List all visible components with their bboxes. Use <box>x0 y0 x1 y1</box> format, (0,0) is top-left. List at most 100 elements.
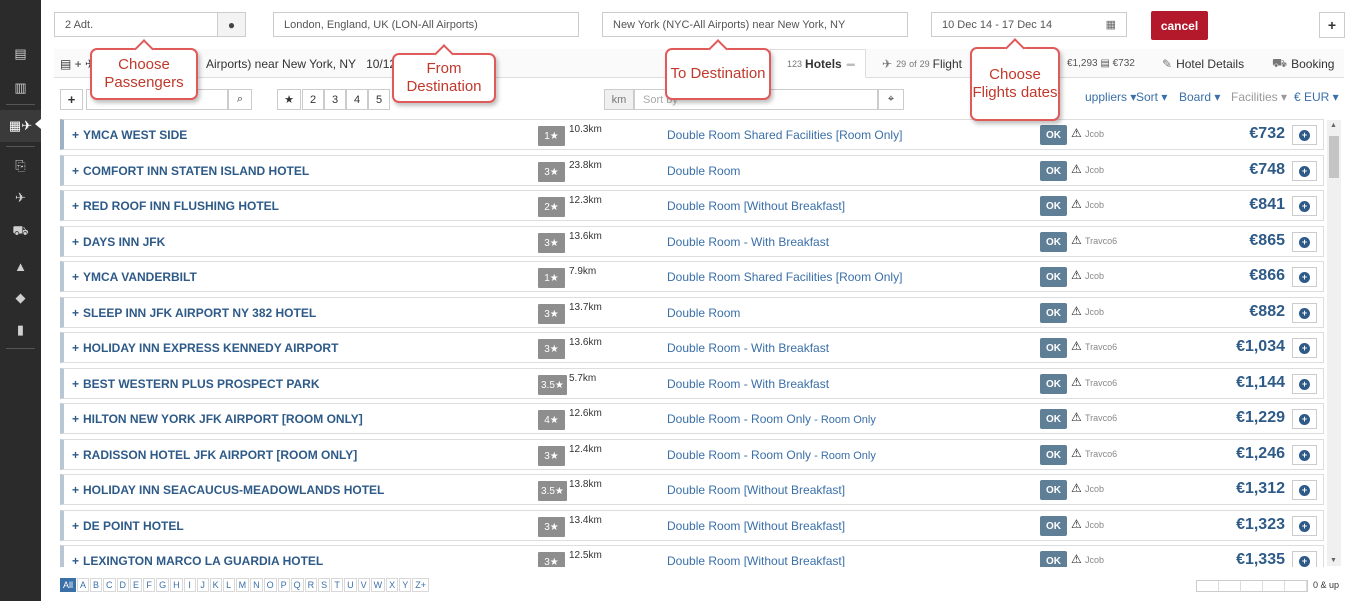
table-row[interactable]: + YMCA VANDERBILT 1 ★ 7.9km Double Room Share… <box>60 261 1324 292</box>
currency-dropdown[interactable]: € EUR ▾ <box>1294 90 1339 104</box>
room-type-link[interactable]: Double Room Shared Facilities [Room Only… <box>667 270 902 284</box>
expand-icon[interactable]: + <box>72 306 79 320</box>
expand-icon[interactable]: + <box>72 164 79 178</box>
expand-icon[interactable]: + <box>72 448 79 462</box>
add-to-booking-button[interactable]: + <box>1292 480 1317 500</box>
room-type-link[interactable]: Double Room - With Breakfast <box>667 341 829 355</box>
hotel-name-link[interactable]: + HOLIDAY INN EXPRESS KENNEDY AIRPORT <box>72 341 338 355</box>
room-type-link[interactable]: Double Room Shared Facilities [Room Only… <box>667 128 902 142</box>
destination-field[interactable]: New York (NYC-All Airports) near New Yor… <box>602 12 908 37</box>
room-type-link[interactable]: Double Room [Without Breakfast] <box>667 483 845 497</box>
scroll-up-icon[interactable]: ▲ <box>1330 122 1337 129</box>
add-to-booking-button[interactable]: + <box>1292 125 1317 145</box>
expand-icon[interactable]: + <box>72 554 79 567</box>
sidebar-item-pdf[interactable]: ⎘ <box>0 152 41 180</box>
tab-flights[interactable]: ✈ 29 of 29 Flight <box>882 49 962 78</box>
hotel-name-link[interactable]: + BEST WESTERN PLUS PROSPECT PARK <box>72 377 319 391</box>
tab-prices[interactable]: €1,293 ▤ €732 <box>1067 49 1135 78</box>
hotel-name-link[interactable]: + DE POINT HOTEL <box>72 519 184 533</box>
sidebar-item-hotel[interactable]: ▥ <box>0 74 41 102</box>
alphabet-letter[interactable]: H <box>170 578 183 592</box>
hotel-name-link[interactable]: + COMFORT INN STATEN ISLAND HOTEL <box>72 164 309 178</box>
origin-field[interactable]: London, England, UK (LON-All Airports) <box>273 12 579 37</box>
sidebar-item-train[interactable]: ⛟ <box>0 218 41 246</box>
passengers-field[interactable]: 2 Adt. <box>54 12 218 37</box>
tab-hotel-details[interactable]: ✎ Hotel Details <box>1162 49 1244 78</box>
alphabet-letter[interactable]: I <box>183 578 196 592</box>
room-type-link[interactable]: Double Room <box>667 164 740 178</box>
add-search-button[interactable]: + <box>1319 12 1345 38</box>
alphabet-letter[interactable]: Y <box>399 578 412 592</box>
expand-icon[interactable]: + <box>72 270 79 284</box>
sidebar-item-stats[interactable]: ▮ <box>0 316 41 344</box>
alphabet-letter[interactable]: L <box>222 578 235 592</box>
room-type-link[interactable]: Double Room - With Breakfast <box>667 377 829 391</box>
add-to-booking-button[interactable]: + <box>1292 338 1317 358</box>
alphabet-letter[interactable]: O <box>263 578 277 592</box>
add-to-booking-button[interactable]: + <box>1292 374 1317 394</box>
add-to-booking-button[interactable]: + <box>1292 161 1317 181</box>
table-row[interactable]: + LEXINGTON MARCO LA GUARDIA HOTEL 3 ★ 12.5k… <box>60 545 1324 567</box>
alphabet-letter[interactable]: T <box>331 578 344 592</box>
room-type-link[interactable]: Double Room - Room Only - Room Only <box>667 448 876 462</box>
alphabet-letter[interactable]: A <box>77 578 90 592</box>
price-range-slider[interactable] <box>1196 580 1308 592</box>
sidebar-item-building[interactable]: ▤ <box>0 40 41 68</box>
expand-icon[interactable]: + <box>72 128 79 142</box>
tab-hotels[interactable]: 123 Hotels ▬ <box>770 49 866 78</box>
alphabet-letter[interactable]: V <box>357 578 370 592</box>
add-to-booking-button[interactable]: + <box>1292 551 1317 567</box>
add-to-booking-button[interactable]: + <box>1292 445 1317 465</box>
hotel-name-link[interactable]: + DAYS INN JFK <box>72 235 165 249</box>
room-type-link[interactable]: Double Room <box>667 306 740 320</box>
hotel-name-link[interactable]: + RED ROOF INN FLUSHING HOTEL <box>72 199 279 213</box>
alphabet-letter[interactable]: N <box>250 578 263 592</box>
table-row[interactable]: + RADISSON HOTEL JFK AIRPORT [ROOM ONLY] 3… <box>60 439 1324 470</box>
alphabet-letter[interactable]: J <box>196 578 209 592</box>
expand-icon[interactable]: + <box>72 412 79 426</box>
star-filter-4[interactable]: 4 <box>346 89 368 110</box>
star-filter-all[interactable]: ★ <box>277 89 301 110</box>
hotel-name-link[interactable]: + HOLIDAY INN SEACAUCUS-MEADOWLANDS HOTEL <box>72 483 384 497</box>
expand-icon[interactable]: + <box>72 235 79 249</box>
scroll-down-icon[interactable]: ▼ <box>1330 557 1337 564</box>
table-row[interactable]: + HOLIDAY INN EXPRESS KENNEDY AIRPORT 3 ★ 13… <box>60 332 1324 363</box>
hotel-name-link[interactable]: + YMCA WEST SIDE <box>72 128 187 142</box>
table-row[interactable]: + DE POINT HOTEL 3 ★ 13.4km Double Room [With… <box>60 510 1324 541</box>
alphabet-letter[interactable]: F <box>143 578 156 592</box>
hotel-name-link[interactable]: + YMCA VANDERBILT <box>72 270 197 284</box>
alphabet-letter[interactable]: All <box>60 578 77 592</box>
alphabet-letter[interactable]: Z+ <box>412 578 429 592</box>
hotel-name-link[interactable]: + HILTON NEW YORK JFK AIRPORT [ROOM ONLY] <box>72 412 363 426</box>
alphabet-letter[interactable]: G <box>156 578 170 592</box>
passengers-button[interactable]: ● <box>217 12 246 37</box>
cancel-button[interactable]: cancel <box>1151 11 1208 40</box>
table-row[interactable]: + YMCA WEST SIDE 1 ★ 10.3km Double Room Share… <box>60 119 1324 150</box>
alphabet-letter[interactable]: M <box>235 578 250 592</box>
results-scrollbar[interactable]: ▲ ▼ <box>1327 120 1341 566</box>
table-row[interactable]: + DAYS INN JFK 3 ★ 13.6km Double Room - With … <box>60 226 1324 257</box>
add-to-booking-button[interactable]: + <box>1292 516 1317 536</box>
expand-icon[interactable]: + <box>72 199 79 213</box>
add-to-booking-button[interactable]: + <box>1292 267 1317 287</box>
add-to-booking-button[interactable]: + <box>1292 196 1317 216</box>
star-filter-2[interactable]: 2 <box>302 89 324 110</box>
star-filter-3[interactable]: 3 <box>324 89 346 110</box>
hotel-name-link[interactable]: + SLEEP INN JFK AIRPORT NY 382 HOTEL <box>72 306 316 320</box>
alphabet-letter[interactable]: C <box>103 578 116 592</box>
expand-icon[interactable]: + <box>72 377 79 391</box>
map-marker-button[interactable]: ⌖ <box>878 89 904 110</box>
hotel-name-link[interactable]: + RADISSON HOTEL JFK AIRPORT [ROOM ONLY] <box>72 448 357 462</box>
sidebar-item-car[interactable]: ▲ <box>0 252 41 280</box>
expand-icon[interactable]: + <box>72 519 79 533</box>
sidebar-item-tags[interactable]: ◆ <box>0 284 41 312</box>
add-to-booking-button[interactable]: + <box>1292 409 1317 429</box>
alphabet-letter[interactable]: R <box>304 578 318 592</box>
sidebar-item-flights[interactable]: ✈ <box>0 184 41 212</box>
room-type-link[interactable]: Double Room [Without Breakfast] <box>667 554 845 567</box>
board-dropdown[interactable]: Board ▾ <box>1179 90 1220 104</box>
scroll-thumb[interactable] <box>1329 136 1339 178</box>
hotel-search-button[interactable]: ⌕ <box>228 89 252 110</box>
sidebar-item-hotel-flight[interactable]: ▦✈ <box>0 110 41 142</box>
alphabet-letter[interactable]: K <box>209 578 222 592</box>
